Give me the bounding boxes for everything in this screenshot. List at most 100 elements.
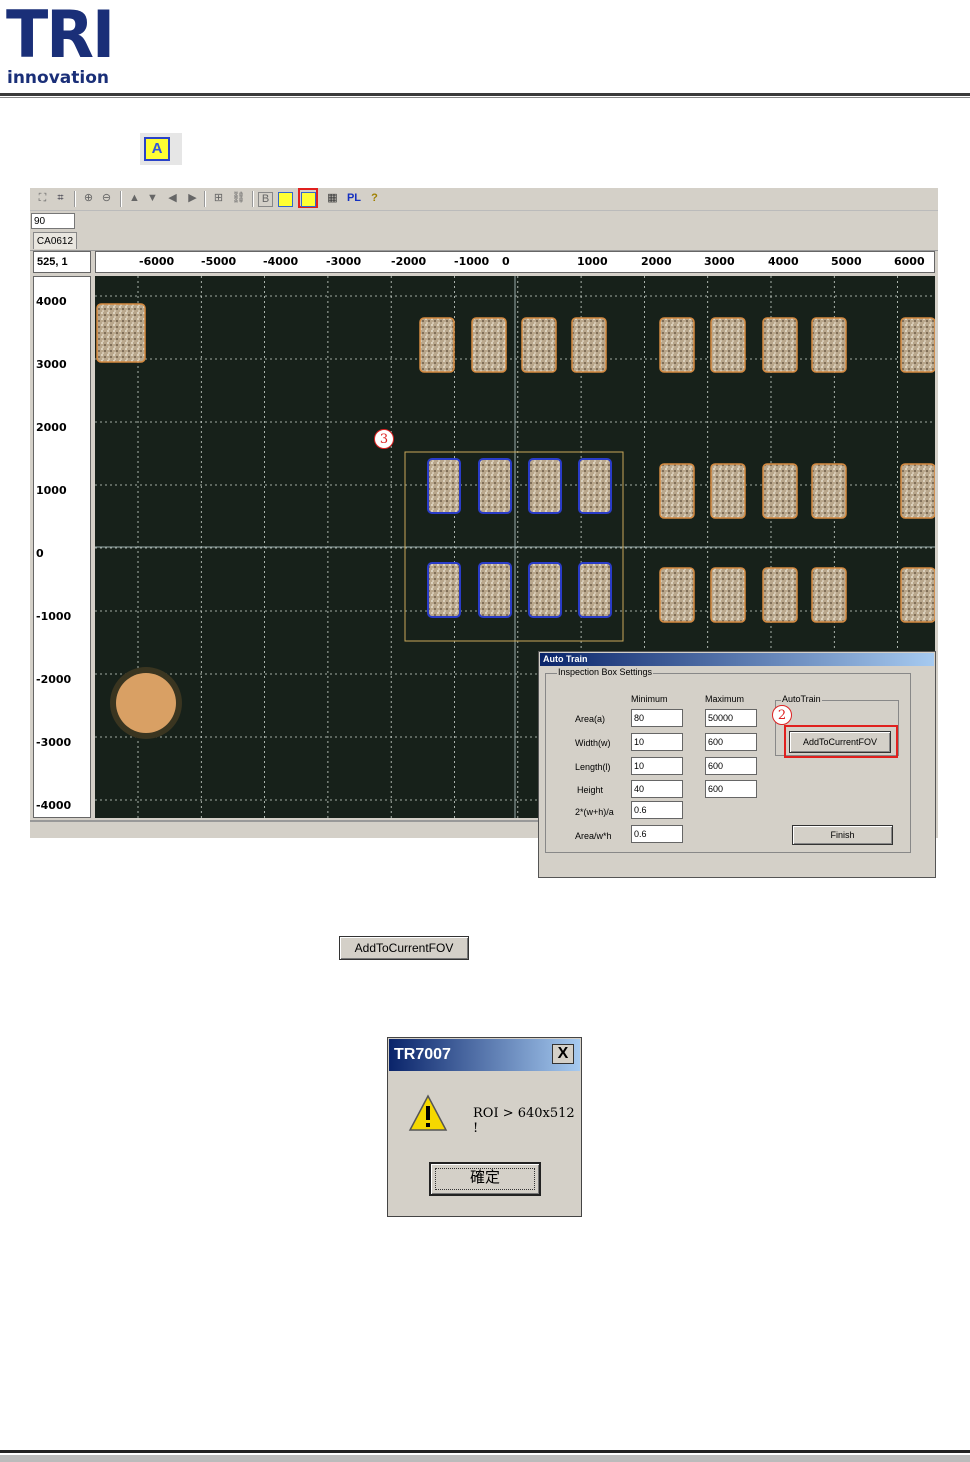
solder-pad (710, 567, 746, 623)
solder-pad (811, 567, 847, 623)
message-text: ROI > 640x512 ! (473, 1106, 575, 1136)
y-tick-label: 3000 (36, 358, 67, 371)
fit-window-icon[interactable]: ⛶ (34, 190, 51, 207)
solder-pad (811, 317, 847, 373)
highlight-box-2 (784, 725, 898, 758)
move-left-icon[interactable]: ◀ (164, 190, 181, 207)
y-tick-label: -2000 (36, 673, 72, 686)
grid-icon[interactable]: ⊞ (210, 190, 227, 207)
header-divider (0, 93, 970, 96)
x-tick-label: 2000 (641, 255, 672, 268)
auto-train-icon: A (144, 137, 170, 161)
move-down-icon[interactable]: ▼ (144, 190, 161, 207)
solder-pad (419, 317, 455, 373)
width-min-field[interactable]: 10 (631, 733, 683, 751)
x-tick-label: 0 (502, 255, 510, 268)
ok-focus-ring (435, 1168, 535, 1190)
value-bar (30, 210, 938, 233)
toolbar-separator (74, 191, 76, 207)
header-divider-thin (0, 97, 970, 98)
x-tick-label: -1000 (454, 255, 490, 268)
solder-pad (427, 562, 461, 618)
x-tick-label: 1000 (577, 255, 608, 268)
chip-icon[interactable]: ▦ (324, 190, 341, 207)
solder-pad (659, 317, 695, 373)
callout-3: 3 (374, 429, 394, 449)
solder-pad (571, 317, 607, 373)
pl-icon[interactable]: PL (344, 190, 364, 207)
select-tool-icon[interactable] (301, 192, 316, 207)
solder-pad (478, 562, 512, 618)
area-ratio-min-field[interactable]: 0.6 (631, 825, 683, 843)
tri-logo-mark: TRI (6, 0, 115, 73)
tab-ca0612[interactable]: CA0612 (33, 232, 77, 249)
message-title: TR7007 (394, 1046, 451, 1063)
solder-pad (528, 458, 562, 514)
height-max-field[interactable]: 600 (705, 780, 757, 798)
solder-pad (427, 458, 461, 514)
y-tick-label: -1000 (36, 610, 72, 623)
zoom-out-icon[interactable]: ⊖ (98, 190, 115, 207)
callout-2: 2 (772, 705, 792, 725)
solder-pad (478, 458, 512, 514)
solder-pad (659, 463, 695, 519)
area-max-field[interactable]: 50000 (705, 709, 757, 727)
finish-button[interactable]: Finish (792, 825, 893, 845)
solder-pad (900, 567, 935, 623)
toolbar-separator (120, 191, 122, 207)
link-icon[interactable]: ⛓ (230, 190, 247, 207)
auto-train-tool-icon[interactable] (278, 192, 293, 207)
max-column-header: Maximum (705, 694, 745, 704)
group-label: Inspection Box Settings (557, 667, 654, 677)
close-button[interactable]: X (552, 1044, 574, 1064)
solder-pad (762, 567, 798, 623)
y-tick-label: 4000 (36, 295, 67, 308)
solder-pad (578, 458, 612, 514)
y-tick-label: -3000 (36, 736, 72, 749)
status-bar (30, 820, 540, 838)
x-tick-label: -6000 (139, 255, 175, 268)
area-label: Area(a) (575, 714, 606, 724)
warning-icon (408, 1094, 448, 1131)
length-min-field[interactable]: 10 (631, 757, 683, 775)
width-max-field[interactable]: 600 (705, 733, 757, 751)
angle-field[interactable]: 90 (31, 213, 75, 229)
solder-pad (659, 567, 695, 623)
app-toolbar: ⛶ ⌗ ⊕ ⊖ ▲ ▼ ◀ ▶ ⊞ ⛓ B ▦ PL ? (30, 188, 938, 210)
x-tick-label: 6000 (894, 255, 925, 268)
move-up-icon[interactable]: ▲ (126, 190, 143, 207)
zoom-fit-icon[interactable]: ⌗ (52, 190, 69, 207)
help-icon[interactable]: ? (366, 190, 383, 207)
x-tick-label: 5000 (831, 255, 862, 268)
solder-pad (471, 317, 507, 373)
area-ratio-label: Area/w*h (575, 831, 612, 841)
min-column-header: Minimum (631, 694, 668, 704)
add-to-current-fov-button-sample[interactable]: AddToCurrentFOV (339, 936, 469, 960)
length-max-field[interactable]: 600 (705, 757, 757, 775)
footer-band (0, 1455, 970, 1462)
solder-pad (900, 463, 935, 519)
solder-pad (578, 562, 612, 618)
solder-pad (762, 317, 798, 373)
height-min-field[interactable]: 40 (631, 780, 683, 798)
tr7007-message-box: TR7007 X ROI > 640x512 ! 確定 (387, 1037, 582, 1217)
width-label: Width(w) (575, 738, 611, 748)
y-tick-label: 1000 (36, 484, 67, 497)
x-tick-label: -5000 (201, 255, 237, 268)
y-tick-label: -4000 (36, 799, 72, 812)
cursor-coordinates: 525, 1 (33, 251, 91, 273)
ratio-label: 2*(w+h)/a (575, 807, 614, 817)
move-right-icon[interactable]: ▶ (184, 190, 201, 207)
y-tick-label: 2000 (36, 421, 67, 434)
y-tick-label: 0 (36, 547, 44, 560)
tab-strip (30, 232, 938, 251)
area-min-field[interactable]: 80 (631, 709, 683, 727)
zoom-in-icon[interactable]: ⊕ (80, 190, 97, 207)
board-icon[interactable]: B (258, 192, 273, 207)
x-tick-label: -3000 (326, 255, 362, 268)
auto-train-dialog: Auto Train Inspection Box Settings Minim… (538, 651, 936, 878)
ok-button[interactable]: 確定 (429, 1162, 541, 1196)
solder-pad (811, 463, 847, 519)
ratio-min-field[interactable]: 0.6 (631, 801, 683, 819)
solder-pad (528, 562, 562, 618)
